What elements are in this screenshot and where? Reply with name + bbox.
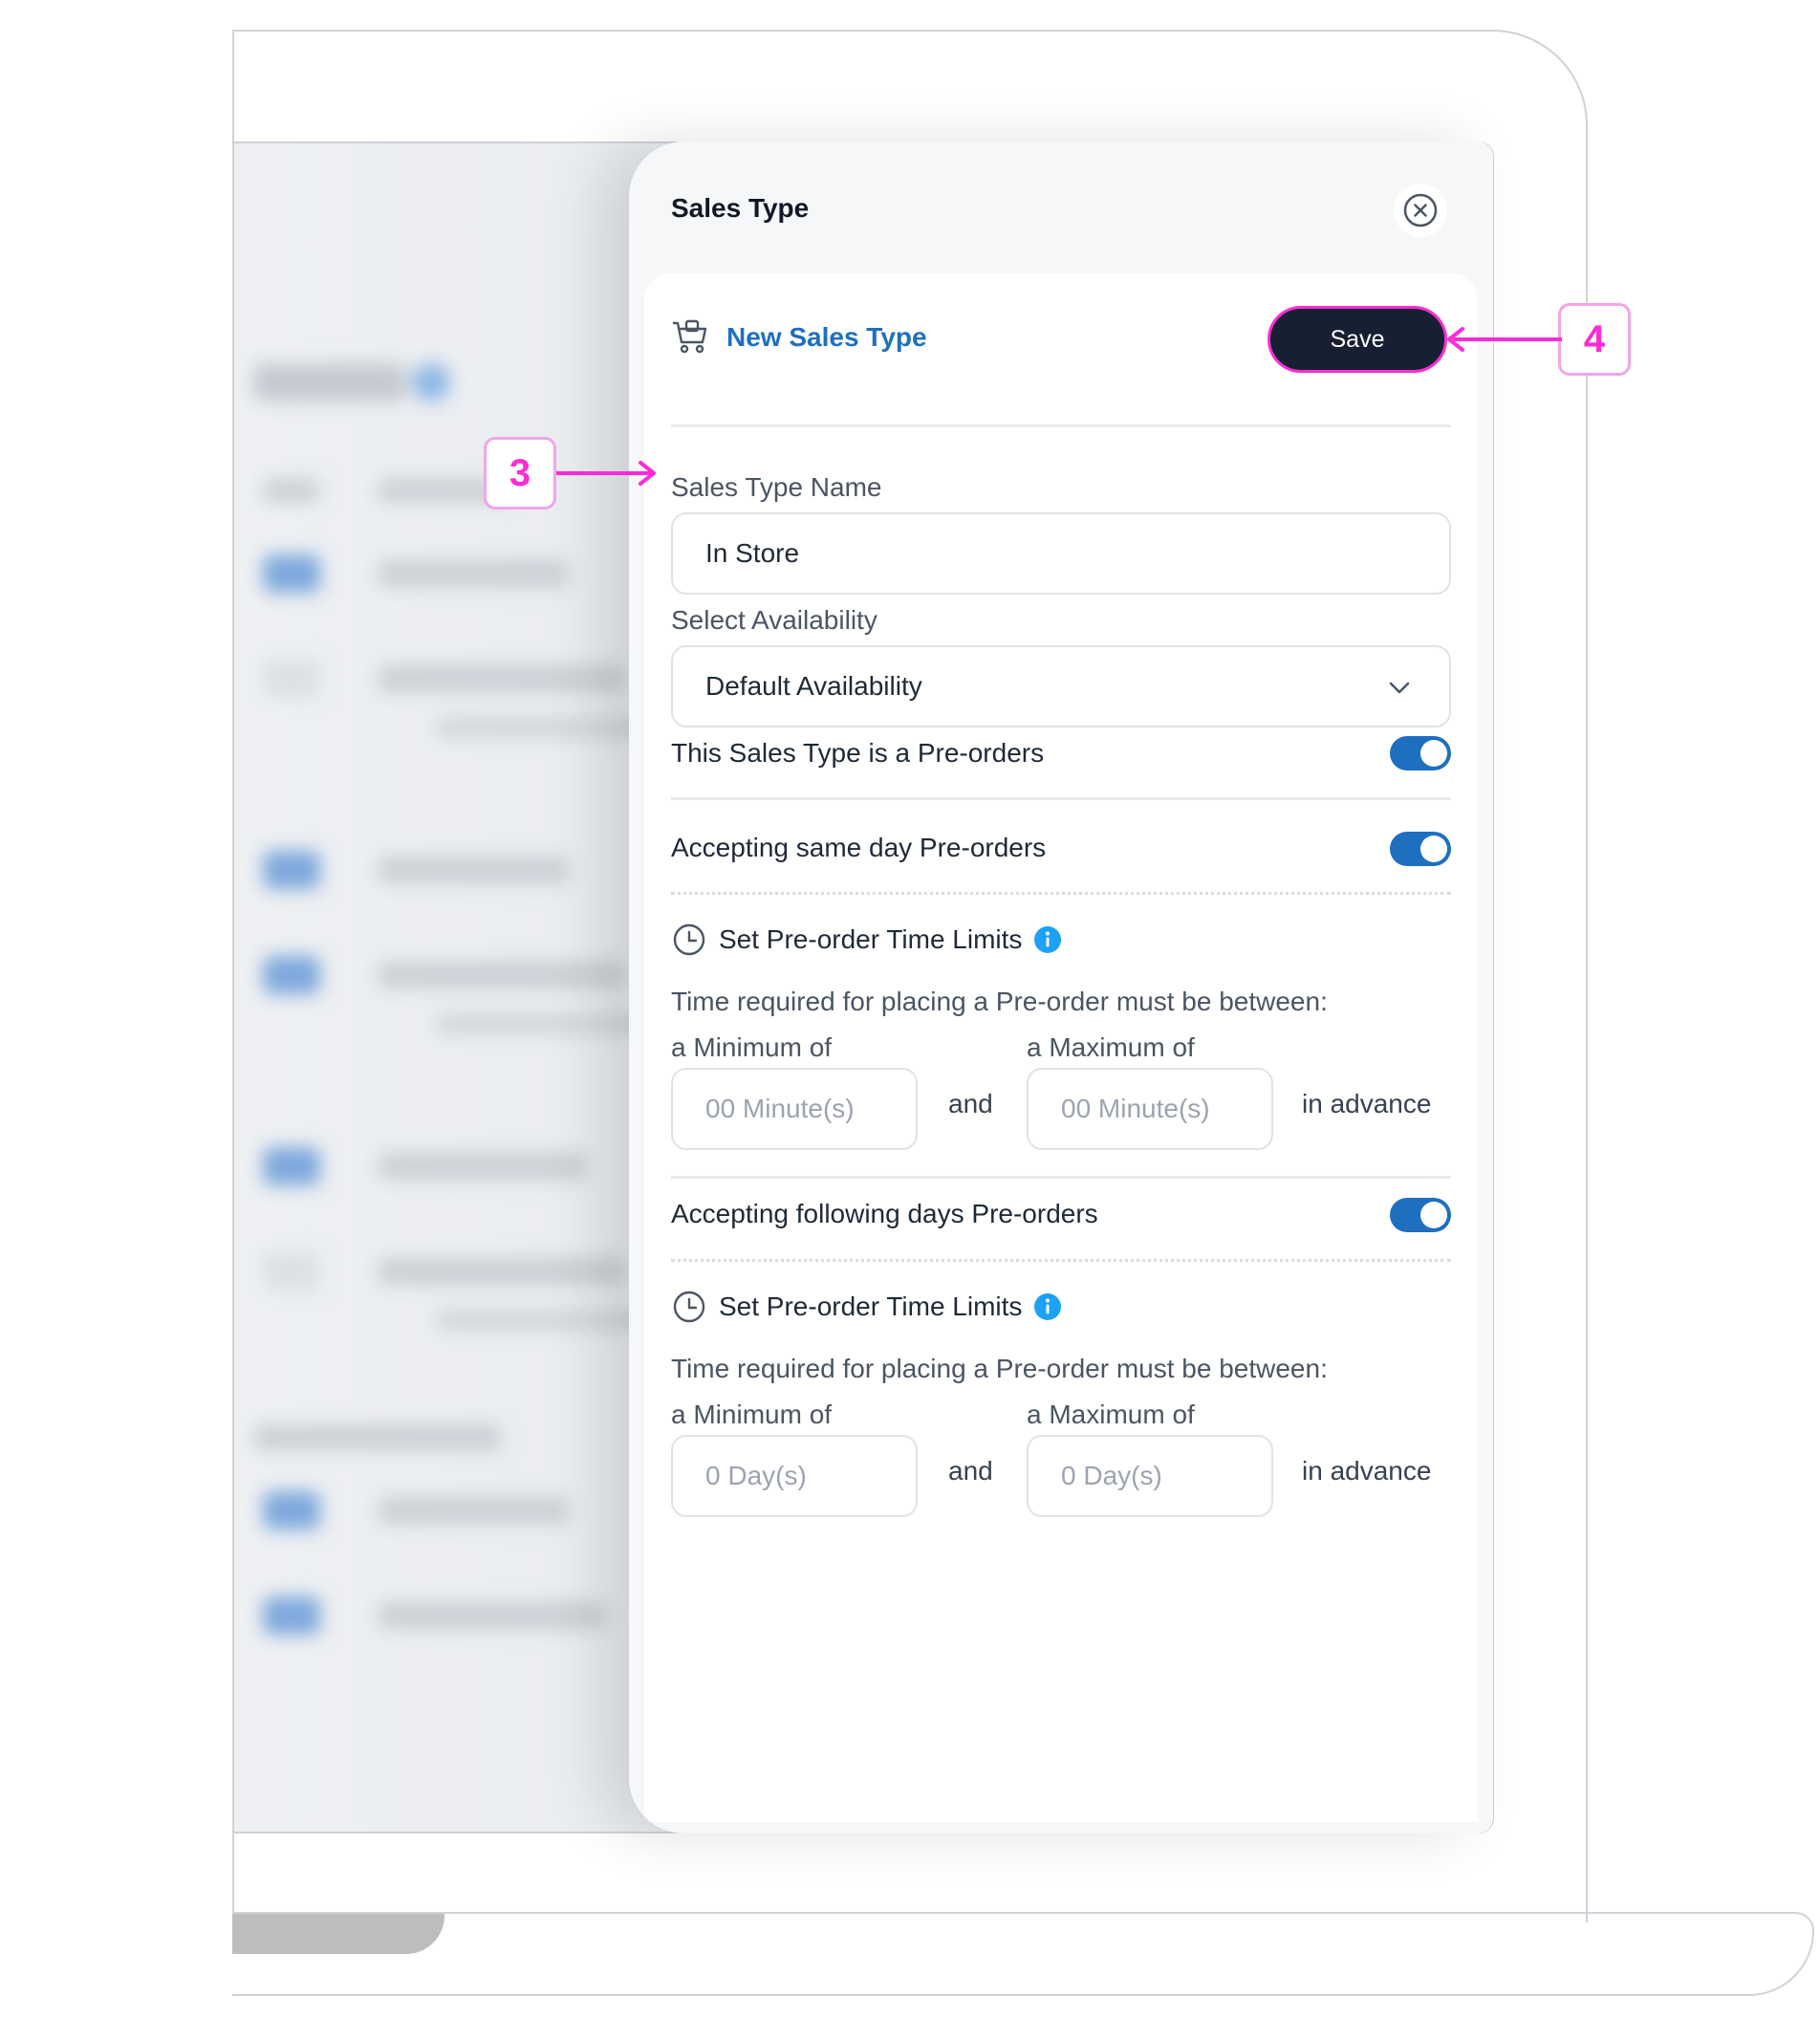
select-availability-label: Select Availability <box>671 605 878 635</box>
following-days-toggle-label: Accepting following days Pre-orders <box>671 1199 1098 1228</box>
and-text: and <box>948 1456 993 1486</box>
toggle-knob <box>1420 1202 1447 1228</box>
toggle-knob <box>1420 740 1447 767</box>
preorder-toggle-label: This Sales Type is a Pre-orders <box>671 738 1045 768</box>
same-day-limits-title: Set Pre-order Time Limits <box>671 922 1062 958</box>
same-day-toggle-label: Accepting same day Pre-orders <box>671 833 1047 862</box>
annotation-arrow-3 <box>556 461 656 486</box>
toggle-knob <box>1420 835 1447 862</box>
preorder-toggle[interactable] <box>1390 736 1451 770</box>
dotted-divider <box>671 892 1451 895</box>
form-card: New Sales Type Save Sales Type Name In S… <box>644 273 1478 1822</box>
info-icon[interactable] <box>1033 1292 1062 1321</box>
close-button[interactable] <box>1394 184 1447 237</box>
and-text: and <box>948 1089 993 1118</box>
sales-type-name-label: Sales Type Name <box>671 472 882 502</box>
same-day-max-input[interactable]: 00 Minute(s) <box>1027 1068 1273 1150</box>
in-advance-text: in advance <box>1302 1456 1432 1486</box>
following-days-toggle[interactable] <box>1390 1198 1451 1232</box>
annotation-callout-3: 3 <box>484 437 556 510</box>
info-icon[interactable] <box>1033 925 1062 954</box>
following-days-min-label: a Minimum of <box>671 1400 833 1429</box>
close-circle-icon <box>1403 193 1438 228</box>
same-day-min-label: a Minimum of <box>671 1032 833 1062</box>
following-days-max-label: a Maximum of <box>1027 1400 1195 1429</box>
divider <box>671 797 1451 800</box>
clock-icon <box>673 923 705 956</box>
save-button[interactable]: Save <box>1268 306 1447 373</box>
same-day-toggle[interactable] <box>1390 832 1451 866</box>
form-header-title: New Sales Type <box>726 322 927 352</box>
same-day-min-input[interactable]: 00 Minute(s) <box>671 1068 918 1150</box>
limits-title-text: Set Pre-order Time Limits <box>719 1291 1023 1321</box>
chevron-down-icon <box>1389 682 1410 694</box>
following-days-min-input[interactable]: 0 Day(s) <box>671 1435 918 1517</box>
availability-value: Default Availability <box>705 671 922 701</box>
availability-select[interactable]: Default Availability <box>671 645 1451 727</box>
clock-icon <box>673 1291 705 1323</box>
annotation-callout-4: 4 <box>1558 303 1631 376</box>
following-days-limits-title: Set Pre-order Time Limits <box>671 1289 1062 1325</box>
following-days-max-input[interactable]: 0 Day(s) <box>1027 1435 1273 1517</box>
device-base <box>232 1912 1814 1996</box>
cart-icon <box>673 319 707 354</box>
following-days-description: Time required for placing a Pre-order mu… <box>671 1354 1328 1383</box>
annotation-arrow-4 <box>1447 327 1562 352</box>
same-day-max-label: a Maximum of <box>1027 1032 1195 1062</box>
device-base-tab <box>232 1914 444 1954</box>
sales-type-modal: Sales Type New Sales Type Save Sales Typ… <box>629 141 1493 1834</box>
in-advance-text: in advance <box>1302 1089 1432 1118</box>
modal-title: Sales Type <box>671 193 810 223</box>
same-day-description: Time required for placing a Pre-order mu… <box>671 987 1328 1016</box>
dotted-divider <box>671 1259 1451 1262</box>
sales-type-name-input[interactable]: In Store <box>671 512 1451 595</box>
limits-title-text: Set Pre-order Time Limits <box>719 924 1023 954</box>
divider <box>671 424 1451 427</box>
divider <box>671 1176 1451 1179</box>
